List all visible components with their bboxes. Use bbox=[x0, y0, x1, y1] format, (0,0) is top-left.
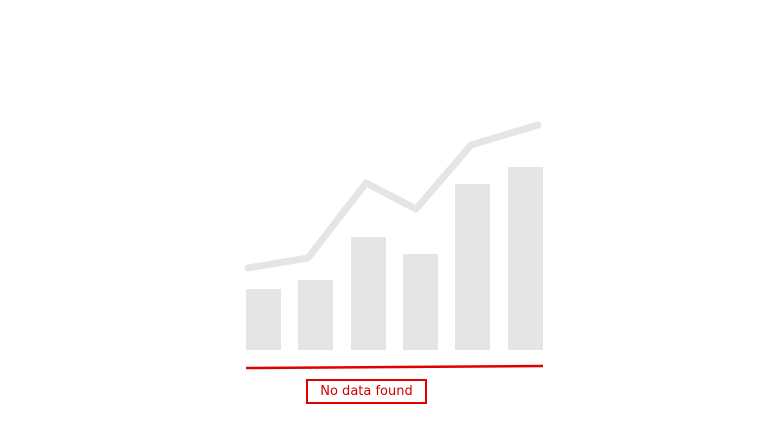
placeholder-bar bbox=[298, 280, 333, 350]
placeholder-trend-line bbox=[244, 121, 542, 272]
placeholder-bar bbox=[403, 254, 438, 350]
placeholder-bar bbox=[246, 289, 281, 350]
baseline-underline bbox=[245, 364, 544, 370]
no-data-message: No data found bbox=[306, 379, 427, 404]
placeholder-bar bbox=[351, 237, 386, 350]
placeholder-bar bbox=[455, 184, 490, 350]
empty-state: No data found bbox=[0, 0, 770, 445]
placeholder-bar bbox=[508, 167, 543, 350]
